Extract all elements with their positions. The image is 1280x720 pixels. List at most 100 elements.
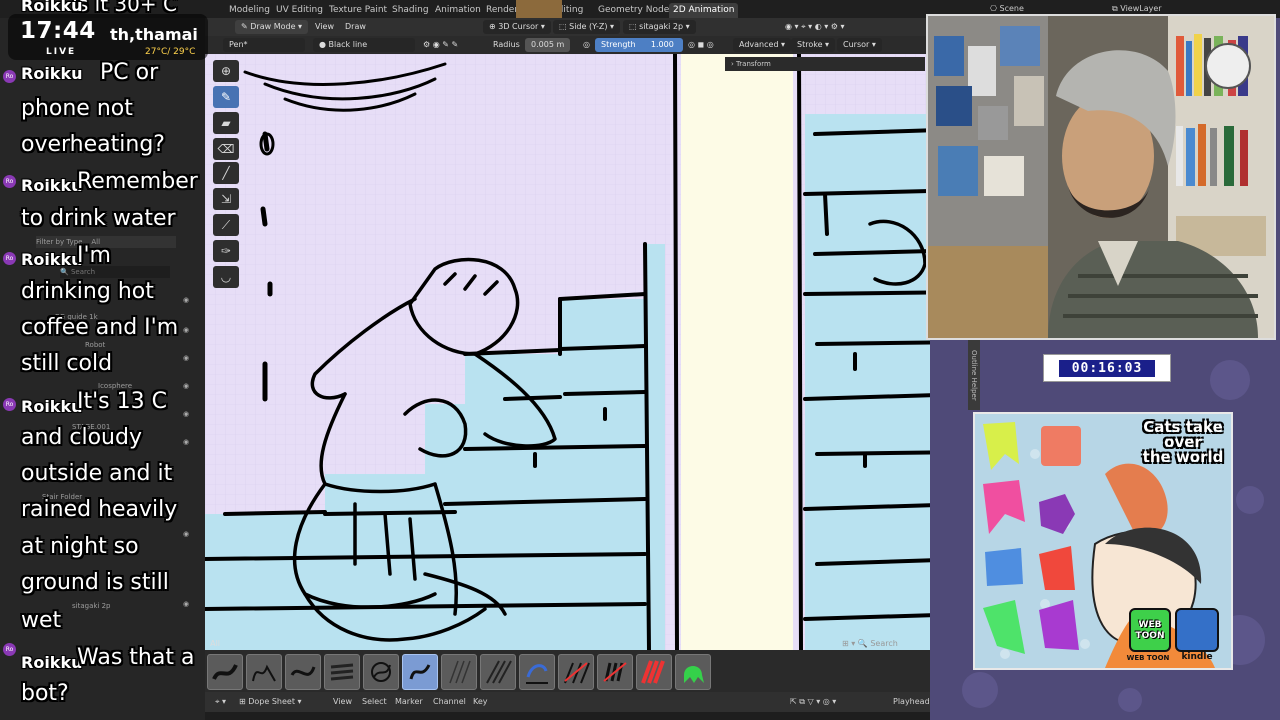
brush-selector[interactable]: Pen* [223,38,305,52]
tab-uv-editing[interactable]: UV Editing [272,3,327,18]
tint-tool-icon[interactable]: ╱ [213,162,239,184]
brush-preset-9[interactable] [519,654,555,690]
transform-tool-icon[interactable]: ⇲ [213,188,239,210]
brush-preset-1[interactable] [207,654,243,690]
chat-line: at night so [21,534,139,559]
tab-animation[interactable]: Animation [431,3,485,18]
chat-line: rained heavily [21,497,178,522]
kindle-logo-icon [1175,608,1219,652]
pressure-strength-icon[interactable]: ◎ ◼ ◎ [688,38,714,52]
outliner-item-robot[interactable]: Robot [85,339,105,351]
draw-tool-icon[interactable]: ✎ [213,86,239,108]
dope-sheet-mode[interactable]: ⊞ Dope Sheet ▾ [239,695,302,709]
brush-preset-2[interactable] [246,654,282,690]
chat-badge-icon: Ro [3,643,16,656]
clock-time: 17:44 [20,18,96,44]
dope-filter-icons[interactable]: ⇱ ⧉ ▽ ▾ ◎ ▾ [790,695,836,709]
chat-line: still cold [21,351,113,376]
chat-username: Roikku [21,250,83,269]
visibility-eye-icon[interactable]: ◉ [183,410,191,418]
stream-timer: 00:16:03 [1043,354,1171,382]
drawing-canvas[interactable] [205,54,970,650]
brush-preset-10[interactable] [558,654,594,690]
webtoon-poster: Cats take over the world WEB TOON WEB TO… [973,412,1233,670]
brush-preset-13[interactable] [675,654,711,690]
stroke-label: Stroke [797,40,823,49]
eyedropper-icon[interactable]: ✑ [213,240,239,262]
cursor-dropdown[interactable]: ⊕ 3D Cursor ▾ [483,20,551,34]
webtoon-caption: WEB TOON [1126,654,1170,662]
chat-line: phone not [21,96,133,121]
chat-username: Roikku [21,0,83,15]
brush-preset-11[interactable] [597,654,633,690]
pressure-radius-icon[interactable]: ◎ [583,38,590,52]
fill-tool-icon[interactable]: ▰ [213,112,239,134]
playhead-label: Playhead [893,697,930,706]
brush-preset-5[interactable] [363,654,399,690]
outline-helper-tab[interactable]: Outline Helper [968,340,980,410]
sketch-artwork [205,54,970,650]
outliner-item-sitagaki[interactable]: sitagaki 2p [72,600,110,612]
cursor-settings-dropdown[interactable]: Cursor ▾ [837,38,882,52]
brush-preset-12[interactable] [636,654,672,690]
webtoon-badge-line1: WEB [1138,620,1162,630]
chat-line: and cloudy [21,425,142,450]
chat-line: wet [21,608,62,633]
curve-tool-icon[interactable]: ◡ [213,266,239,288]
tab-2d-animation[interactable]: 2D Animation [669,3,739,18]
pixel-avatar-icon [516,0,562,18]
chat-line: I'm [77,243,111,268]
brush-asset-shelf [205,652,930,692]
brush-preset-3[interactable] [285,654,321,690]
material-selector[interactable]: ● Black line [313,38,415,52]
stroke-dropdown[interactable]: Stroke ▾ [791,38,836,52]
visibility-eye-icon[interactable]: ◉ [183,438,191,446]
visibility-eye-icon[interactable]: ◉ [183,326,191,334]
dope-select-menu[interactable]: Select [362,695,387,709]
gizmo-icons[interactable]: ◉ ▾ ⌖ ▾ ◐ ▾ ⚙ ▾ [785,20,845,34]
chat-username: Roikku [21,64,83,83]
chat-line: outside and it [21,461,173,486]
transform-panel-header[interactable]: › Transform [725,57,925,71]
advanced-dropdown[interactable]: Advanced ▾ [733,38,792,52]
tab-geometry-nodes[interactable]: Geometry Nodes [594,3,678,18]
tool-settings-header: Pen* ● Black line ⚙ ◉ ✎ ✎ Radius 0.005 m… [205,36,930,54]
view-menu[interactable]: View [315,20,334,34]
tab-texture-paint[interactable]: Texture Paint [325,3,391,18]
brush-preset-8[interactable] [480,654,516,690]
brush-preset-7[interactable] [441,654,477,690]
mode-dropdown[interactable]: ✎ Draw Mode ▾ [235,20,309,34]
draw-menu[interactable]: Draw [345,20,366,34]
timer-value: 00:16:03 [1059,360,1155,377]
visibility-eye-icon[interactable]: ◉ [183,600,191,608]
visibility-eye-icon[interactable]: ◉ [183,530,191,538]
dope-channel-menu[interactable]: Channel [433,695,466,709]
visibility-eye-icon[interactable]: ◉ [183,296,191,304]
side-dropdown[interactable]: ⬚ Side (Y-Z) ▾ [553,20,621,34]
chat-badge-icon: Ro [3,175,16,188]
brush-preset-4[interactable] [324,654,360,690]
dope-sheet-body [205,712,930,720]
visibility-eye-icon[interactable]: ◉ [183,382,191,390]
visibility-eye-icon[interactable]: ◉ [183,354,191,362]
canvas-search[interactable]: ⊞ ▾ 🔍 Search [842,637,922,651]
chat-line: overheating? [21,132,165,157]
dope-marker-menu[interactable]: Marker [395,695,423,709]
erase-tool-icon[interactable]: ⌫ [213,138,239,160]
editor-type-icon[interactable]: ⌖ ▾ [215,695,226,709]
cursor-tool-icon[interactable]: ⊕ [213,60,239,82]
line-tool-icon[interactable]: ⟋ [213,214,239,236]
tab-modeling[interactable]: Modeling [225,3,274,18]
dope-view-menu[interactable]: View [333,695,352,709]
viewport-header: ✎ Draw Mode ▾ View Draw ⊕ 3D Cursor ▾ ⬚ … [205,18,930,36]
tab-shading[interactable]: Shading [388,3,433,18]
layer-dropdown[interactable]: ⬚ sitagaki 2p ▾ [623,20,696,34]
radius-field[interactable]: 0.005 m [525,38,571,52]
material-icons[interactable]: ⚙ ◉ ✎ ✎ [423,38,458,52]
layer-dropdown-label: sitagaki 2p [639,22,684,31]
dope-key-menu[interactable]: Key [473,695,488,709]
cursor-settings-label: Cursor [843,40,870,49]
chat-line: It's 13 C [77,389,167,414]
strength-field[interactable]: Strength 1.000 [595,38,683,52]
brush-preset-6-active[interactable] [402,654,438,690]
